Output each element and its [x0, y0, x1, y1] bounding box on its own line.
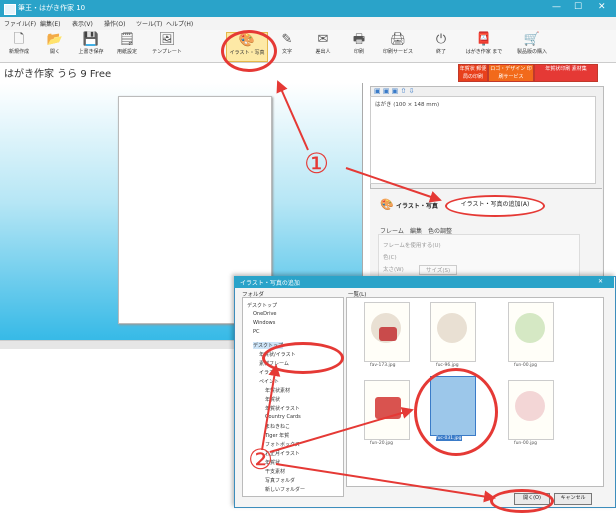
arrow-3: [261, 364, 281, 451]
arrow-5: [275, 463, 496, 503]
arrow-4: [269, 407, 414, 453]
annotation-arrows: [261, 80, 496, 503]
arrow-1: [276, 80, 309, 151]
arrow-2: [345, 167, 442, 203]
